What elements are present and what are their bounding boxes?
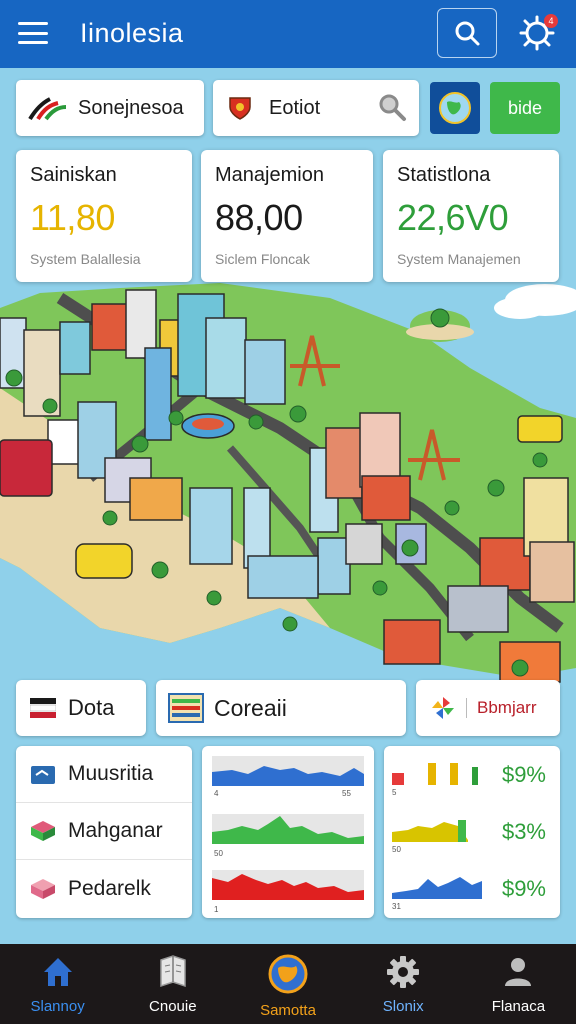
- globe-icon: [268, 954, 308, 994]
- stat-value: 11,80: [30, 197, 115, 238]
- home-icon: [43, 958, 72, 986]
- search-button[interactable]: [437, 8, 497, 58]
- stat-subtitle: System Balallesia: [30, 251, 141, 267]
- alerts-button[interactable]: 4: [514, 10, 560, 56]
- list-item[interactable]: Muusritia: [16, 746, 192, 803]
- globe-icon: [439, 92, 471, 124]
- chip-sonejnesoa[interactable]: Sonejnesoa: [16, 80, 204, 136]
- folder-icon: [31, 766, 55, 784]
- user-icon: [505, 958, 532, 986]
- nav-label: Flanaca: [491, 998, 546, 1015]
- nav-label: Cnouie: [149, 998, 197, 1015]
- pct-row[interactable]: 31 $9%: [384, 860, 560, 917]
- stat-card[interactable]: Sainiskan 11,80 System Balallesia: [16, 150, 192, 282]
- chip-label: Coreaii: [214, 694, 287, 721]
- stat-title: Statistlona: [397, 164, 491, 186]
- app-title: Iinolesia: [80, 18, 184, 48]
- menu-icon[interactable]: [18, 22, 48, 44]
- mini-chart-label: 5: [392, 788, 397, 795]
- pinwheel-icon: [432, 697, 454, 719]
- pct-value: $9%: [501, 761, 546, 787]
- trend-charts-panel: 4 55 50 1: [202, 746, 374, 918]
- list-item[interactable]: Pedarelk: [16, 860, 192, 917]
- nav-item-flanaca[interactable]: Flanaca: [461, 944, 576, 1024]
- mini-chart-label: 55: [342, 789, 351, 798]
- mini-chart-label: 1: [214, 905, 219, 914]
- bide-button[interactable]: bide: [490, 82, 560, 134]
- flag-icon: [30, 698, 56, 718]
- mini-chart-label: 31: [392, 902, 401, 909]
- stat-subtitle: Siclem Floncak: [215, 251, 310, 267]
- mini-area-charts: 4 55 50 1: [212, 756, 364, 914]
- stat-value: 88,00: [215, 197, 303, 238]
- chip-label: Bbmjarr: [477, 698, 537, 717]
- nav-item-slonix[interactable]: Slonix: [346, 944, 461, 1024]
- magnifier-icon[interactable]: [377, 92, 407, 122]
- pct-value: $3%: [501, 818, 546, 844]
- box-icon: [31, 821, 55, 841]
- list-item[interactable]: Mahganar: [16, 803, 192, 860]
- swoosh-logo-icon: [28, 97, 67, 121]
- globe-button[interactable]: [430, 82, 480, 134]
- bottom-nav: Slannoy Cnouie Samotta Slonix Flanaca: [0, 944, 576, 1024]
- stat-card[interactable]: Manajemion 88,00 Siclem Floncak: [201, 150, 373, 282]
- category-list: Muusritia Mahganar Pedarelk: [16, 746, 192, 918]
- pct-row[interactable]: 5 $9%: [384, 746, 560, 803]
- pct-value: $9%: [501, 875, 546, 901]
- stat-title: Manajemion: [215, 164, 324, 186]
- gear-icon: [387, 956, 420, 988]
- chip-bbmjarr[interactable]: Bbmjarr: [416, 680, 560, 736]
- stat-card[interactable]: Statistlona 22,6V0 System Manajemen: [383, 150, 559, 282]
- map-card-icon: [168, 693, 204, 723]
- stat-value: 22,6V0: [397, 197, 509, 238]
- mini-bar-chart: 50: [392, 819, 468, 852]
- stat-title: Sainiskan: [30, 164, 117, 186]
- book-icon: [160, 955, 186, 988]
- mini-bar-chart: 5: [392, 762, 478, 795]
- nav-item-samotta[interactable]: Samotta: [230, 944, 345, 1024]
- nav-item-slannoy[interactable]: Slannoy: [0, 944, 115, 1024]
- search-icon: [455, 21, 480, 46]
- package-icon: [31, 878, 55, 899]
- pct-row[interactable]: 50 $3%: [384, 803, 560, 860]
- mini-chart-label: 50: [392, 845, 401, 852]
- list-item-label: Pedarelk: [68, 876, 151, 900]
- stat-subtitle: System Manajemen: [397, 251, 521, 267]
- notification-badge: 4: [544, 14, 558, 28]
- nav-label: Slonix: [382, 998, 424, 1015]
- chip-label: Dota: [68, 695, 115, 720]
- list-item-label: Muusritia: [68, 762, 154, 785]
- nav-label: Slannoy: [30, 998, 85, 1015]
- chip-coreaii[interactable]: Coreaii: [156, 680, 406, 736]
- list-item-label: Mahganar: [68, 819, 163, 842]
- nav-item-cnouie[interactable]: Cnouie: [115, 944, 230, 1024]
- mini-chart-label: 50: [214, 849, 223, 858]
- chip-label: Eotiot: [269, 96, 321, 119]
- chip-eotiot[interactable]: Eotiot: [213, 80, 419, 136]
- nav-label: Samotta: [260, 1002, 316, 1019]
- chip-dota[interactable]: Dota: [16, 680, 146, 736]
- chip-label: Sonejnesoa: [78, 96, 184, 119]
- app-header: Iinolesia 4: [0, 0, 576, 68]
- shield-emblem-icon: [229, 97, 251, 120]
- percent-panel: 5 $9% 50 $3% 31 $9%: [384, 746, 560, 918]
- mini-chart-label: 4: [214, 789, 219, 798]
- mini-area-chart: 31: [392, 876, 482, 909]
